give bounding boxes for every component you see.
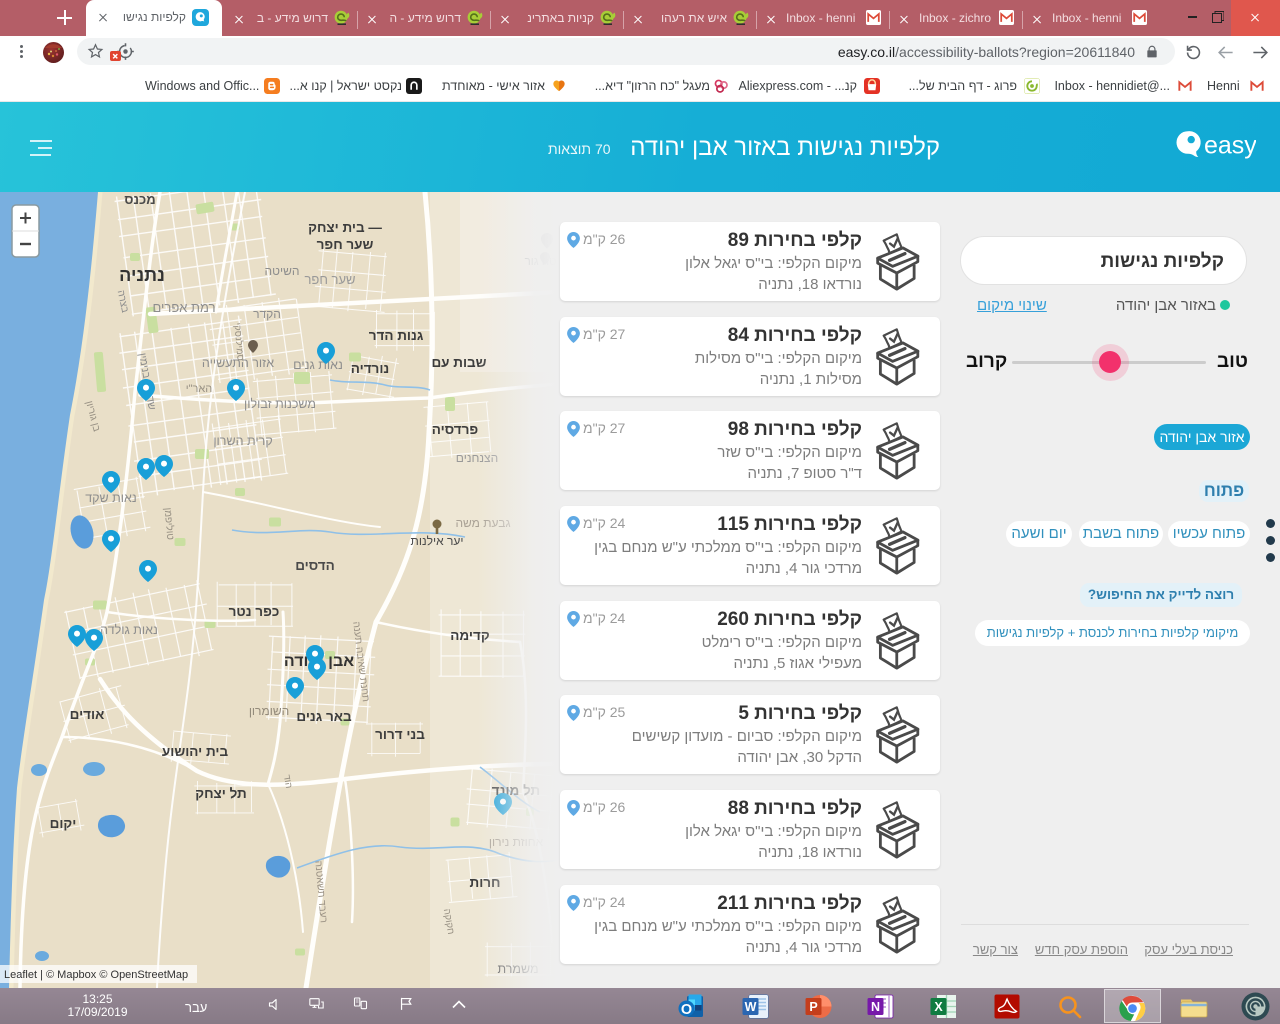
svg-text:האר"י: האר"י [186,383,213,395]
svg-text:בית יהושוע: בית יהושוע [162,744,229,759]
svg-text:נתניה: נתניה [119,265,165,285]
svg-text:גנות הדר: גנות הדר [369,328,424,343]
svg-text:יקום: יקום [50,816,77,831]
svg-text:באר גנים: באר גנים [296,709,352,724]
svg-text:פרדסיה: פרדסיה [432,422,479,437]
svg-text:יער אילנות: יער אילנות [411,534,464,548]
svg-text:משכנות זבולון: משכנות זבולון [244,397,316,411]
svg-text:רמת אפרים: רמת אפרים [152,300,215,315]
svg-text:W: W [745,1000,757,1014]
svg-text:Leaflet | © Mapbox © OpenStree: Leaflet | © Mapbox © OpenStreetMap [4,969,188,981]
svg-text:בית יצחק —: בית יצחק — [308,220,382,235]
svg-text:נאות גולדה: נאות גולדה [100,623,158,637]
svg-text:הדסים: הדסים [295,558,335,573]
svg-text:השיטה: השיטה [265,264,300,278]
svg-text:נאות גנים: נאות גנים [293,358,343,372]
svg-text:השומרון: השומרון [249,704,289,718]
svg-text:אודים: אודים [70,707,105,722]
svg-text:שער חפר: שער חפר [317,237,374,252]
svg-text:נורדיה: נורדיה [351,361,389,376]
svg-text:כפר נטר: כפר נטר [229,604,280,619]
svg-text:easy: easy [1204,132,1256,160]
svg-text:הקדר: הקדר [253,307,281,321]
svg-text:נאות שקד: נאות שקד [85,491,137,505]
svg-text:שער חפר: שער חפר [304,272,355,287]
svg-text:P: P [809,1000,817,1014]
svg-text:O: O [681,1002,692,1018]
svg-text:בני דרור: בני דרור [375,727,425,742]
svg-text:N: N [871,1000,880,1014]
svg-text:X: X [934,1000,943,1014]
svg-text:קרית השרון: קרית השרון [213,434,272,448]
svg-text:הוד: הוד [281,774,294,789]
svg-text:מכנס: מכנס [124,192,155,207]
svg-text:תל יצחק: תל יצחק [195,786,246,801]
